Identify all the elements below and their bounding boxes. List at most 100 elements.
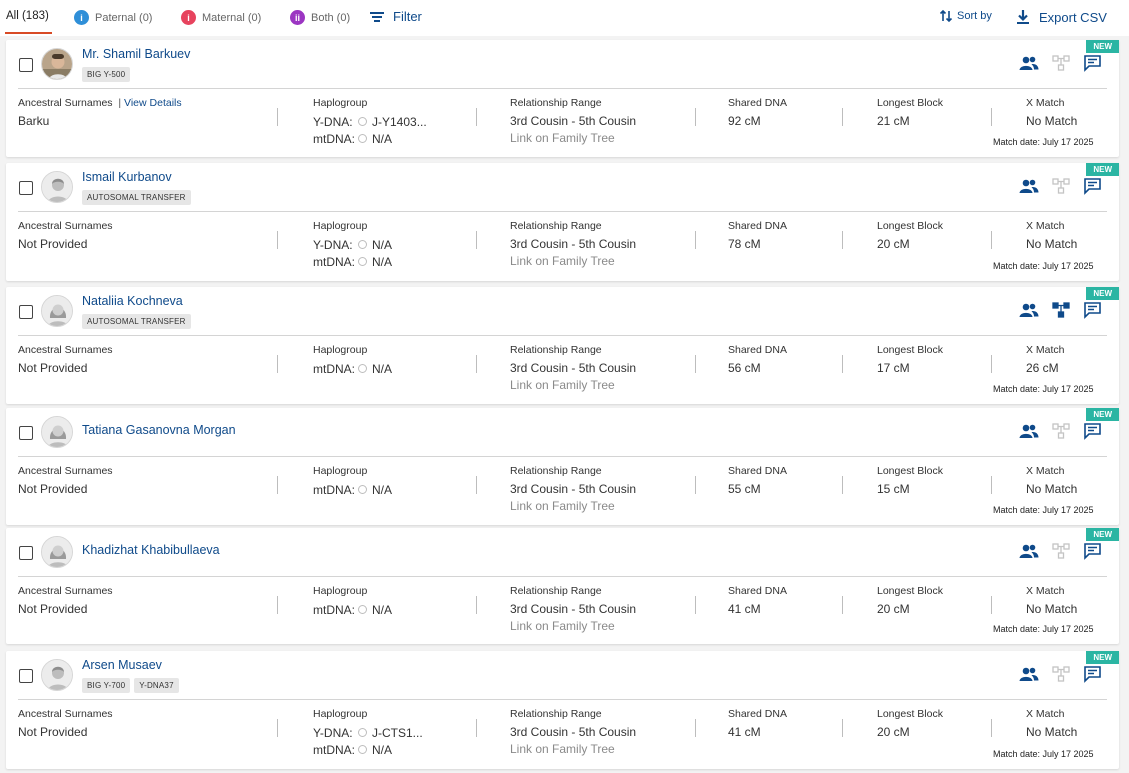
people-icon[interactable]: [1019, 54, 1039, 72]
column-separator: [991, 476, 992, 494]
family-tree-icon[interactable]: [1051, 542, 1071, 560]
haplogroup-column: Haplogroup mtDNA: N/A: [313, 344, 392, 377]
column-separator: [842, 355, 843, 373]
sort-icon: [939, 9, 953, 23]
mtdna-value: N/A: [372, 131, 393, 146]
filter-button[interactable]: Filter: [370, 9, 422, 24]
link-family-tree[interactable]: Link on Family Tree: [510, 130, 636, 147]
relationship-value: 3rd Cousin - 5th Cousin: [510, 602, 637, 616]
family-tree-icon[interactable]: [1051, 177, 1071, 195]
relationship-label: Relationship Range: [510, 344, 602, 356]
x-match-label: X Match: [1026, 708, 1065, 720]
tab-both[interactable]: ii Both (0): [290, 10, 350, 25]
download-icon: [1017, 10, 1029, 24]
relationship-label: Relationship Range: [510, 220, 602, 232]
match-checkbox[interactable]: [19, 181, 33, 195]
shared-dna-value: 41 cM: [728, 602, 761, 616]
test-badge: BIG Y-500: [82, 67, 131, 82]
link-family-tree[interactable]: Link on Family Tree: [510, 618, 636, 635]
ydna-row: Y-DNA: N/A: [313, 236, 392, 253]
column-separator: [991, 355, 992, 373]
longest-block-label: Longest Block: [877, 585, 943, 597]
ancestral-surnames-heading: Ancestral Surnames: [18, 220, 113, 232]
people-icon[interactable]: [1019, 177, 1039, 195]
shared-dna-value: 92 cM: [728, 114, 761, 128]
column-separator: [695, 108, 696, 126]
people-icon[interactable]: [1019, 542, 1039, 560]
card-divider: [18, 456, 1107, 457]
message-icon[interactable]: [1083, 665, 1103, 683]
ydna-value: N/A: [372, 237, 393, 252]
link-family-tree[interactable]: Link on Family Tree: [510, 377, 636, 394]
ancestral-surnames-column: Ancestral Surnames Not Provided: [18, 585, 113, 618]
match-name-link[interactable]: Mr. Shamil Barkuev: [82, 47, 190, 61]
match-name-link[interactable]: Nataliia Kochneva: [82, 294, 183, 308]
message-icon[interactable]: [1083, 542, 1103, 560]
shared-dna-column: Shared DNA 78 cM: [728, 220, 787, 253]
view-details-link[interactable]: View Details: [124, 97, 182, 109]
mtdna-label: mtDNA:: [313, 131, 355, 146]
match-actions: [1019, 54, 1103, 72]
haplogroup-column: Haplogroup mtDNA: N/A: [313, 585, 392, 618]
mtdna-label: mtDNA:: [313, 482, 355, 497]
ancestral-surnames-heading: Ancestral Surnames: [18, 465, 113, 477]
x-match-label: X Match: [1026, 585, 1065, 597]
column-separator: [476, 476, 477, 494]
test-badges: AUTOSOMAL TRANSFER: [82, 314, 191, 329]
people-icon[interactable]: [1019, 422, 1039, 440]
match-checkbox[interactable]: [19, 669, 33, 683]
tab-maternal[interactable]: i Maternal (0): [181, 10, 261, 25]
ancestral-surnames-label: Ancestral Surnames: [18, 344, 113, 360]
match-date: Match date: July 17 2025: [993, 624, 1094, 634]
family-tree-icon[interactable]: [1051, 301, 1071, 319]
shared-dna-column: Shared DNA 55 cM: [728, 465, 787, 498]
x-match-value: No Match: [1026, 602, 1078, 616]
match-checkbox[interactable]: [19, 426, 33, 440]
link-family-tree[interactable]: Link on Family Tree: [510, 741, 636, 758]
link-family-tree[interactable]: Link on Family Tree: [510, 253, 636, 270]
tab-paternal[interactable]: i Paternal (0): [74, 10, 152, 25]
relationship-label: Relationship Range: [510, 708, 602, 720]
column-separator: [476, 231, 477, 249]
shared-dna-value: 41 cM: [728, 725, 761, 739]
family-tree-icon[interactable]: [1051, 665, 1071, 683]
match-checkbox[interactable]: [19, 305, 33, 319]
tab-all[interactable]: All (183): [5, 10, 52, 34]
column-separator: [842, 596, 843, 614]
message-icon[interactable]: [1083, 301, 1103, 319]
longest-block-column: Longest Block 20 cM: [877, 220, 943, 253]
x-match-value: 26 cM: [1026, 361, 1059, 375]
people-icon[interactable]: [1019, 665, 1039, 683]
longest-block-value: 20 cM: [877, 237, 910, 251]
longest-block-value: 17 cM: [877, 361, 910, 375]
people-icon[interactable]: [1019, 301, 1039, 319]
x-match-value: No Match: [1026, 725, 1078, 739]
haplogroup-column: Haplogroup Y-DNA: J-CTS1... mtDNA: N/A: [313, 708, 423, 758]
export-csv-label: Export CSV: [1039, 9, 1107, 25]
column-separator: [277, 719, 278, 737]
relationship-label: Relationship Range: [510, 585, 602, 597]
new-badge: NEW: [1086, 408, 1119, 421]
match-checkbox[interactable]: [19, 58, 33, 72]
match-name-link[interactable]: Ismail Kurbanov: [82, 170, 172, 184]
shared-dna-label: Shared DNA: [728, 465, 787, 477]
match-name-link[interactable]: Khadizhat Khabibullaeva: [82, 543, 220, 557]
match-checkbox[interactable]: [19, 546, 33, 560]
paternal-icon: i: [74, 10, 89, 25]
longest-block-column: Longest Block 15 cM: [877, 465, 943, 498]
haplogroup-label: Haplogroup: [313, 708, 368, 720]
tab-paternal-label: Paternal (0): [95, 11, 153, 24]
link-family-tree[interactable]: Link on Family Tree: [510, 498, 636, 515]
export-csv-button[interactable]: Export CSV: [1016, 9, 1107, 25]
message-icon[interactable]: [1083, 54, 1103, 72]
message-icon[interactable]: [1083, 422, 1103, 440]
ancestral-surnames-label: Ancestral Surnames: [18, 220, 113, 236]
match-name-link[interactable]: Arsen Musaev: [82, 658, 162, 672]
message-icon[interactable]: [1083, 177, 1103, 195]
relationship-column: Relationship Range 3rd Cousin - 5th Cousi…: [510, 220, 636, 270]
match-name-link[interactable]: Tatiana Gasanovna Morgan: [82, 423, 236, 437]
sort-by-button[interactable]: Sort by: [939, 9, 992, 23]
family-tree-icon[interactable]: [1051, 54, 1071, 72]
shared-dna-label: Shared DNA: [728, 708, 787, 720]
family-tree-icon[interactable]: [1051, 422, 1071, 440]
